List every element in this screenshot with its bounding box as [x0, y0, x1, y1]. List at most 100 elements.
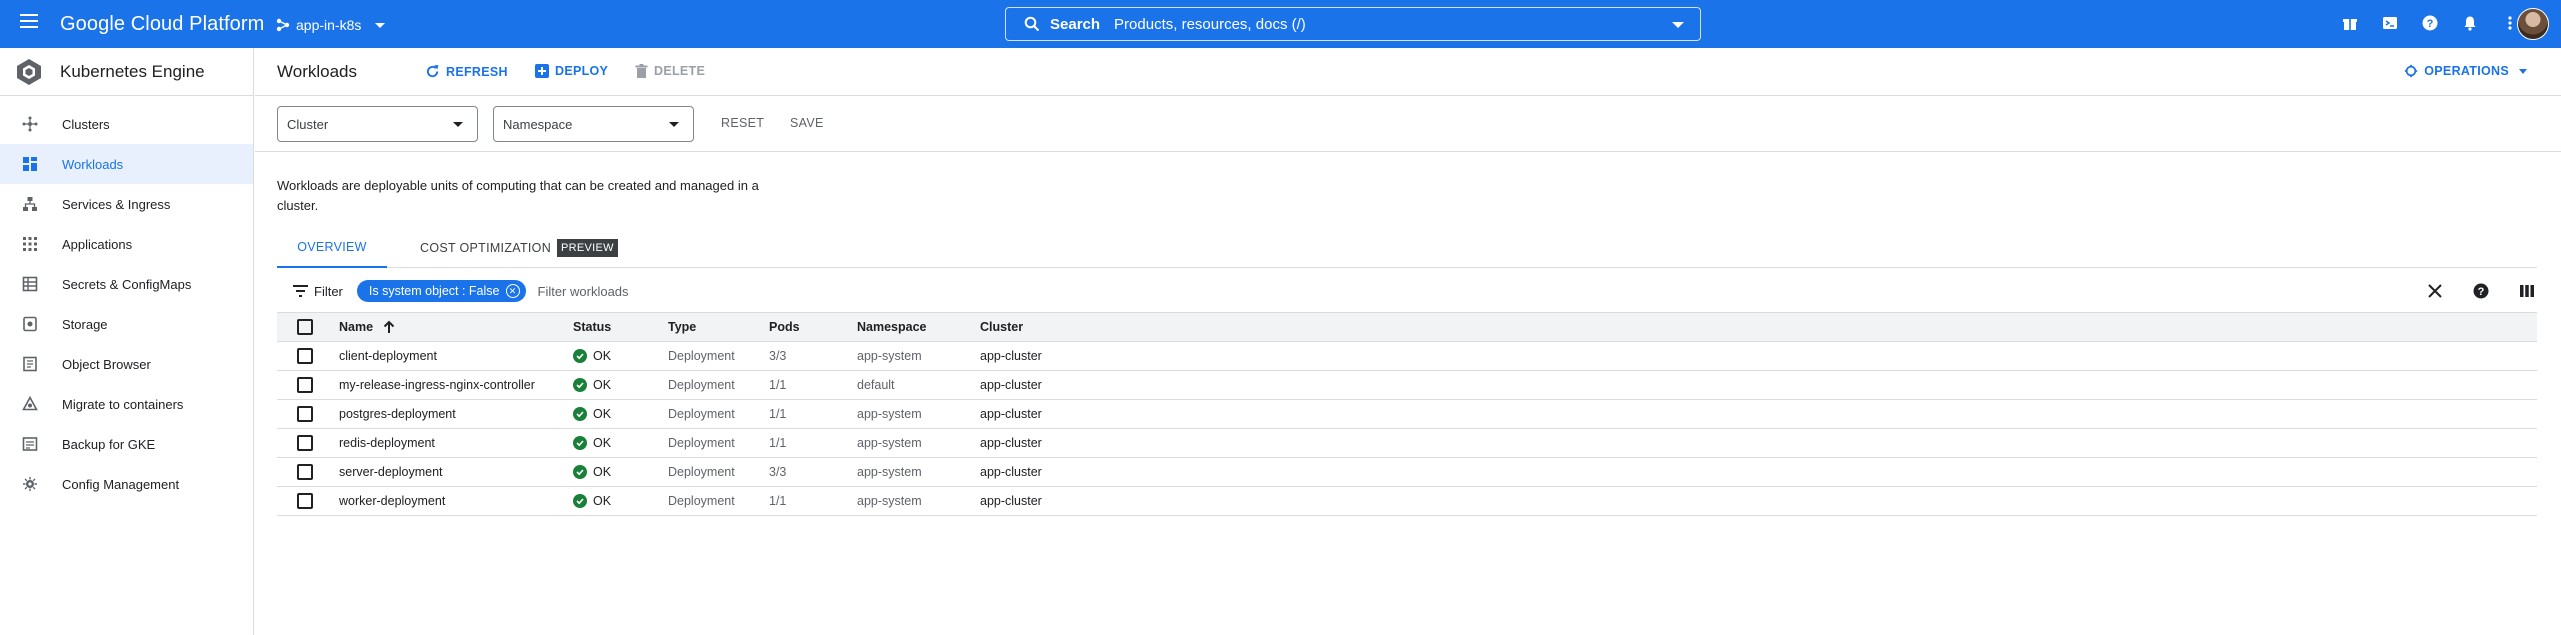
refresh-button[interactable]: REFRESH [425, 64, 508, 79]
status-text: OK [593, 493, 612, 508]
column-display-icon[interactable] [2517, 281, 2537, 301]
filter-chip[interactable]: Is system object : False ✕ [356, 280, 526, 302]
check-circle-icon [573, 435, 587, 450]
table-filter-bar: Filter Is system object : False ✕ ? [277, 270, 2537, 312]
type-cell: Deployment [668, 341, 769, 371]
refresh-icon [426, 64, 439, 78]
cluster-link[interactable]: app-cluster [980, 341, 2537, 371]
namespace-cell: app-system [857, 486, 980, 516]
table-row: client-deployment OK Deployment 3/3 app-… [277, 341, 2537, 371]
workload-name-link[interactable]: client-deployment [339, 341, 573, 371]
select-all-checkbox[interactable] [297, 319, 313, 335]
table-row: postgres-deployment OK Deployment 1/1 ap… [277, 399, 2537, 429]
pods-cell: 1/1 [769, 370, 857, 400]
reset-button[interactable]: RESET [721, 116, 764, 130]
cluster-column-header[interactable]: Cluster [980, 312, 2537, 342]
cluster-link[interactable]: app-cluster [980, 370, 2537, 400]
menu-icon[interactable] [20, 14, 38, 28]
deploy-button[interactable]: DEPLOY [535, 64, 608, 78]
search-placeholder: Products, resources, docs (/) [1114, 15, 1306, 33]
chevron-down-icon [453, 122, 463, 127]
chevron-down-icon [669, 122, 679, 127]
sidebar-item-services-ingress[interactable]: Services & Ingress [0, 184, 253, 224]
workload-name-link[interactable]: redis-deployment [339, 428, 573, 458]
workload-name-link[interactable]: my-release-ingress-nginx-controller [339, 370, 573, 400]
row-checkbox[interactable] [297, 435, 313, 451]
row-checkbox[interactable] [297, 464, 313, 480]
status-cell: OK [573, 464, 612, 479]
search-label: Search [1050, 15, 1101, 33]
pods-column-header[interactable]: Pods [769, 312, 857, 342]
row-checkbox[interactable] [297, 348, 313, 364]
storage-icon [22, 316, 38, 332]
sidebar-item-storage[interactable]: Storage [0, 304, 253, 344]
sidebar-item-object-browser[interactable]: Object Browser [0, 344, 253, 384]
table-row: server-deployment OK Deployment 3/3 app-… [277, 457, 2537, 487]
check-circle-icon [573, 348, 587, 363]
notifications-icon[interactable] [2459, 12, 2481, 34]
page-description: Workloads are deployable units of comput… [277, 178, 759, 213]
object-browser-icon [22, 356, 38, 372]
arrow-up-icon [383, 320, 395, 333]
tab-overview[interactable]: OVERVIEW [277, 228, 387, 268]
cluster-select[interactable]: Cluster [277, 106, 478, 142]
cluster-link[interactable]: app-cluster [980, 399, 2537, 429]
status-cell: OK [573, 377, 611, 392]
workloads-icon [22, 156, 38, 172]
sidebar-item-workloads[interactable]: Workloads [0, 144, 253, 184]
search-expand-icon[interactable] [1672, 22, 1684, 28]
help-icon[interactable]: ? [2419, 12, 2441, 34]
table-header-row: Name Status Type Pods Namespace Cluster [277, 312, 2537, 342]
type-column-header[interactable]: Type [668, 312, 769, 342]
tab-overview-label: OVERVIEW [297, 240, 367, 254]
workload-name-link[interactable]: postgres-deployment [339, 399, 573, 429]
cluster-link[interactable]: app-cluster [980, 457, 2537, 487]
filter-toggle[interactable]: Filter [293, 284, 343, 299]
namespace-cell: app-system [857, 457, 980, 487]
close-icon[interactable]: ✕ [505, 284, 520, 298]
workload-name-link[interactable]: server-deployment [339, 457, 573, 487]
cluster-link[interactable]: app-cluster [980, 428, 2537, 458]
clear-filter-icon[interactable] [2425, 281, 2445, 301]
brand-title[interactable]: Google Cloud Platform [60, 13, 264, 36]
row-checkbox[interactable] [297, 493, 313, 509]
sidebar-item-config-management[interactable]: Config Management [0, 464, 253, 504]
row-checkbox[interactable] [297, 406, 313, 422]
sidebar-item-label: Backup for GKE [62, 436, 156, 452]
trash-icon [635, 64, 648, 78]
search-bar[interactable]: Search Products, resources, docs (/) [1005, 7, 1701, 41]
delete-button[interactable]: DELETE [635, 64, 705, 78]
sidebar-item-backup[interactable]: Backup for GKE [0, 424, 253, 464]
table-row: redis-deployment OK Deployment 1/1 app-s… [277, 428, 2537, 458]
sidebar-item-label: Migrate to containers [62, 396, 184, 412]
save-button[interactable]: SAVE [790, 116, 824, 130]
filter-bar-top: Cluster Namespace RESET SAVE [255, 96, 2561, 152]
avatar[interactable] [2517, 8, 2549, 40]
status-column-header[interactable]: Status [573, 312, 668, 342]
filter-label: Filter [314, 283, 343, 299]
gift-icon[interactable] [2339, 12, 2361, 34]
name-column-header[interactable]: Name [339, 320, 395, 334]
sidebar-item-migrate[interactable]: Migrate to containers [0, 384, 253, 424]
tab-cost-optimization[interactable]: COST OPTIMIZATION PREVIEW [420, 228, 618, 268]
namespace-column-header[interactable]: Namespace [857, 312, 980, 342]
project-selector[interactable]: app-in-k8s [276, 14, 386, 36]
sidebar-item-secrets-configmaps[interactable]: Secrets & ConfigMaps [0, 264, 253, 304]
check-circle-icon [573, 406, 587, 421]
cluster-link[interactable]: app-cluster [980, 486, 2537, 516]
check-circle-icon [573, 464, 587, 479]
row-checkbox[interactable] [297, 377, 313, 393]
workload-name-link[interactable]: worker-deployment [339, 486, 573, 516]
filter-input[interactable] [537, 283, 938, 299]
sidebar-item-clusters[interactable]: Clusters [0, 104, 253, 144]
services-icon [22, 196, 38, 212]
page-toolbar: Workloads REFRESH DEPLOY DELETE OPERATIO… [255, 48, 2561, 96]
status-text: OK [593, 464, 612, 479]
cloud-shell-icon[interactable] [2379, 12, 2401, 34]
help-icon[interactable]: ? [2471, 281, 2491, 301]
namespace-select[interactable]: Namespace [493, 106, 694, 142]
status-cell: OK [573, 435, 611, 450]
status-cell: OK [573, 493, 612, 508]
operations-button[interactable]: OPERATIONS [2404, 64, 2527, 78]
sidebar-item-applications[interactable]: Applications [0, 224, 253, 264]
